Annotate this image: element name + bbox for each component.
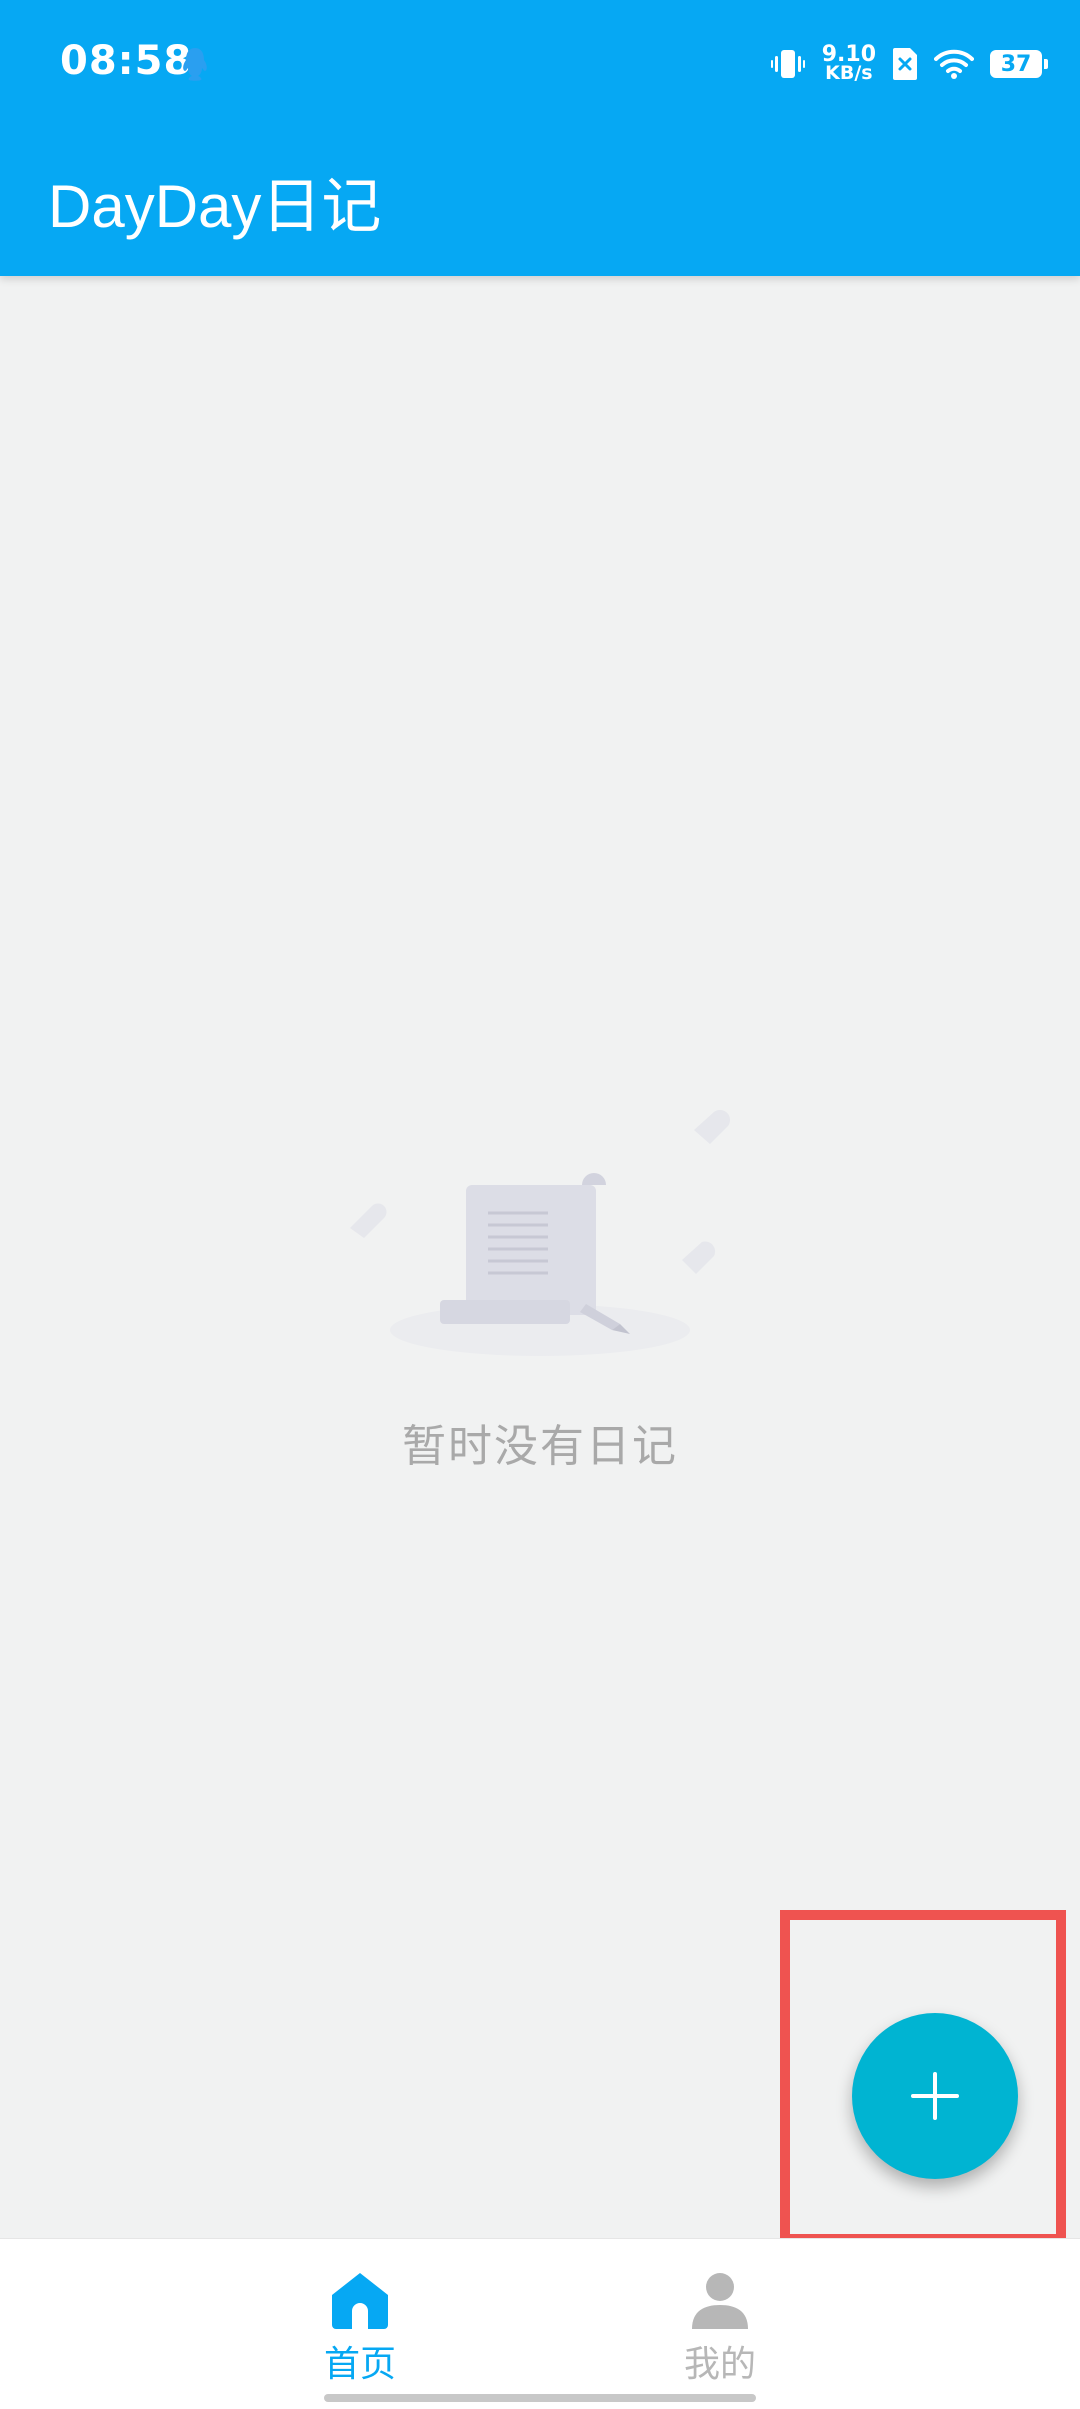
network-speed-unit: KB/s	[825, 62, 873, 84]
nav-item-home[interactable]: 首页	[290, 2269, 430, 2387]
app-bar: 08:58 9.10 KB/s 37 DayDay日记	[0, 0, 1080, 276]
home-icon	[332, 2273, 388, 2329]
battery-level: 37	[1000, 51, 1032, 77]
empty-state-message: 暂时没有日记	[402, 1421, 678, 1472]
bottom-navigation: 首页 我的	[0, 2238, 1080, 2409]
vibrate-icon	[770, 50, 805, 78]
nav-item-mine[interactable]: 我的	[650, 2269, 790, 2387]
nav-label-home: 首页	[323, 2344, 396, 2385]
qq-notification-icon	[183, 48, 207, 81]
home-indicator[interactable]	[324, 2394, 756, 2402]
empty-diary-illustration	[350, 1110, 730, 1356]
add-diary-button[interactable]	[852, 2013, 1018, 2179]
network-speed: 9.10 KB/s	[822, 44, 876, 84]
wifi-icon	[934, 49, 974, 79]
app-title: DayDay日记	[48, 173, 382, 240]
plus-icon	[911, 2072, 959, 2120]
nav-label-mine: 我的	[683, 2344, 756, 2385]
status-icons: 9.10 KB/s 37	[770, 40, 1048, 88]
battery-indicator: 37	[990, 50, 1048, 78]
no-sim-icon	[893, 48, 917, 80]
person-icon	[692, 2273, 748, 2329]
status-bar: 08:58 9.10 KB/s 37	[0, 0, 1080, 128]
status-time: 08:58	[60, 38, 193, 84]
